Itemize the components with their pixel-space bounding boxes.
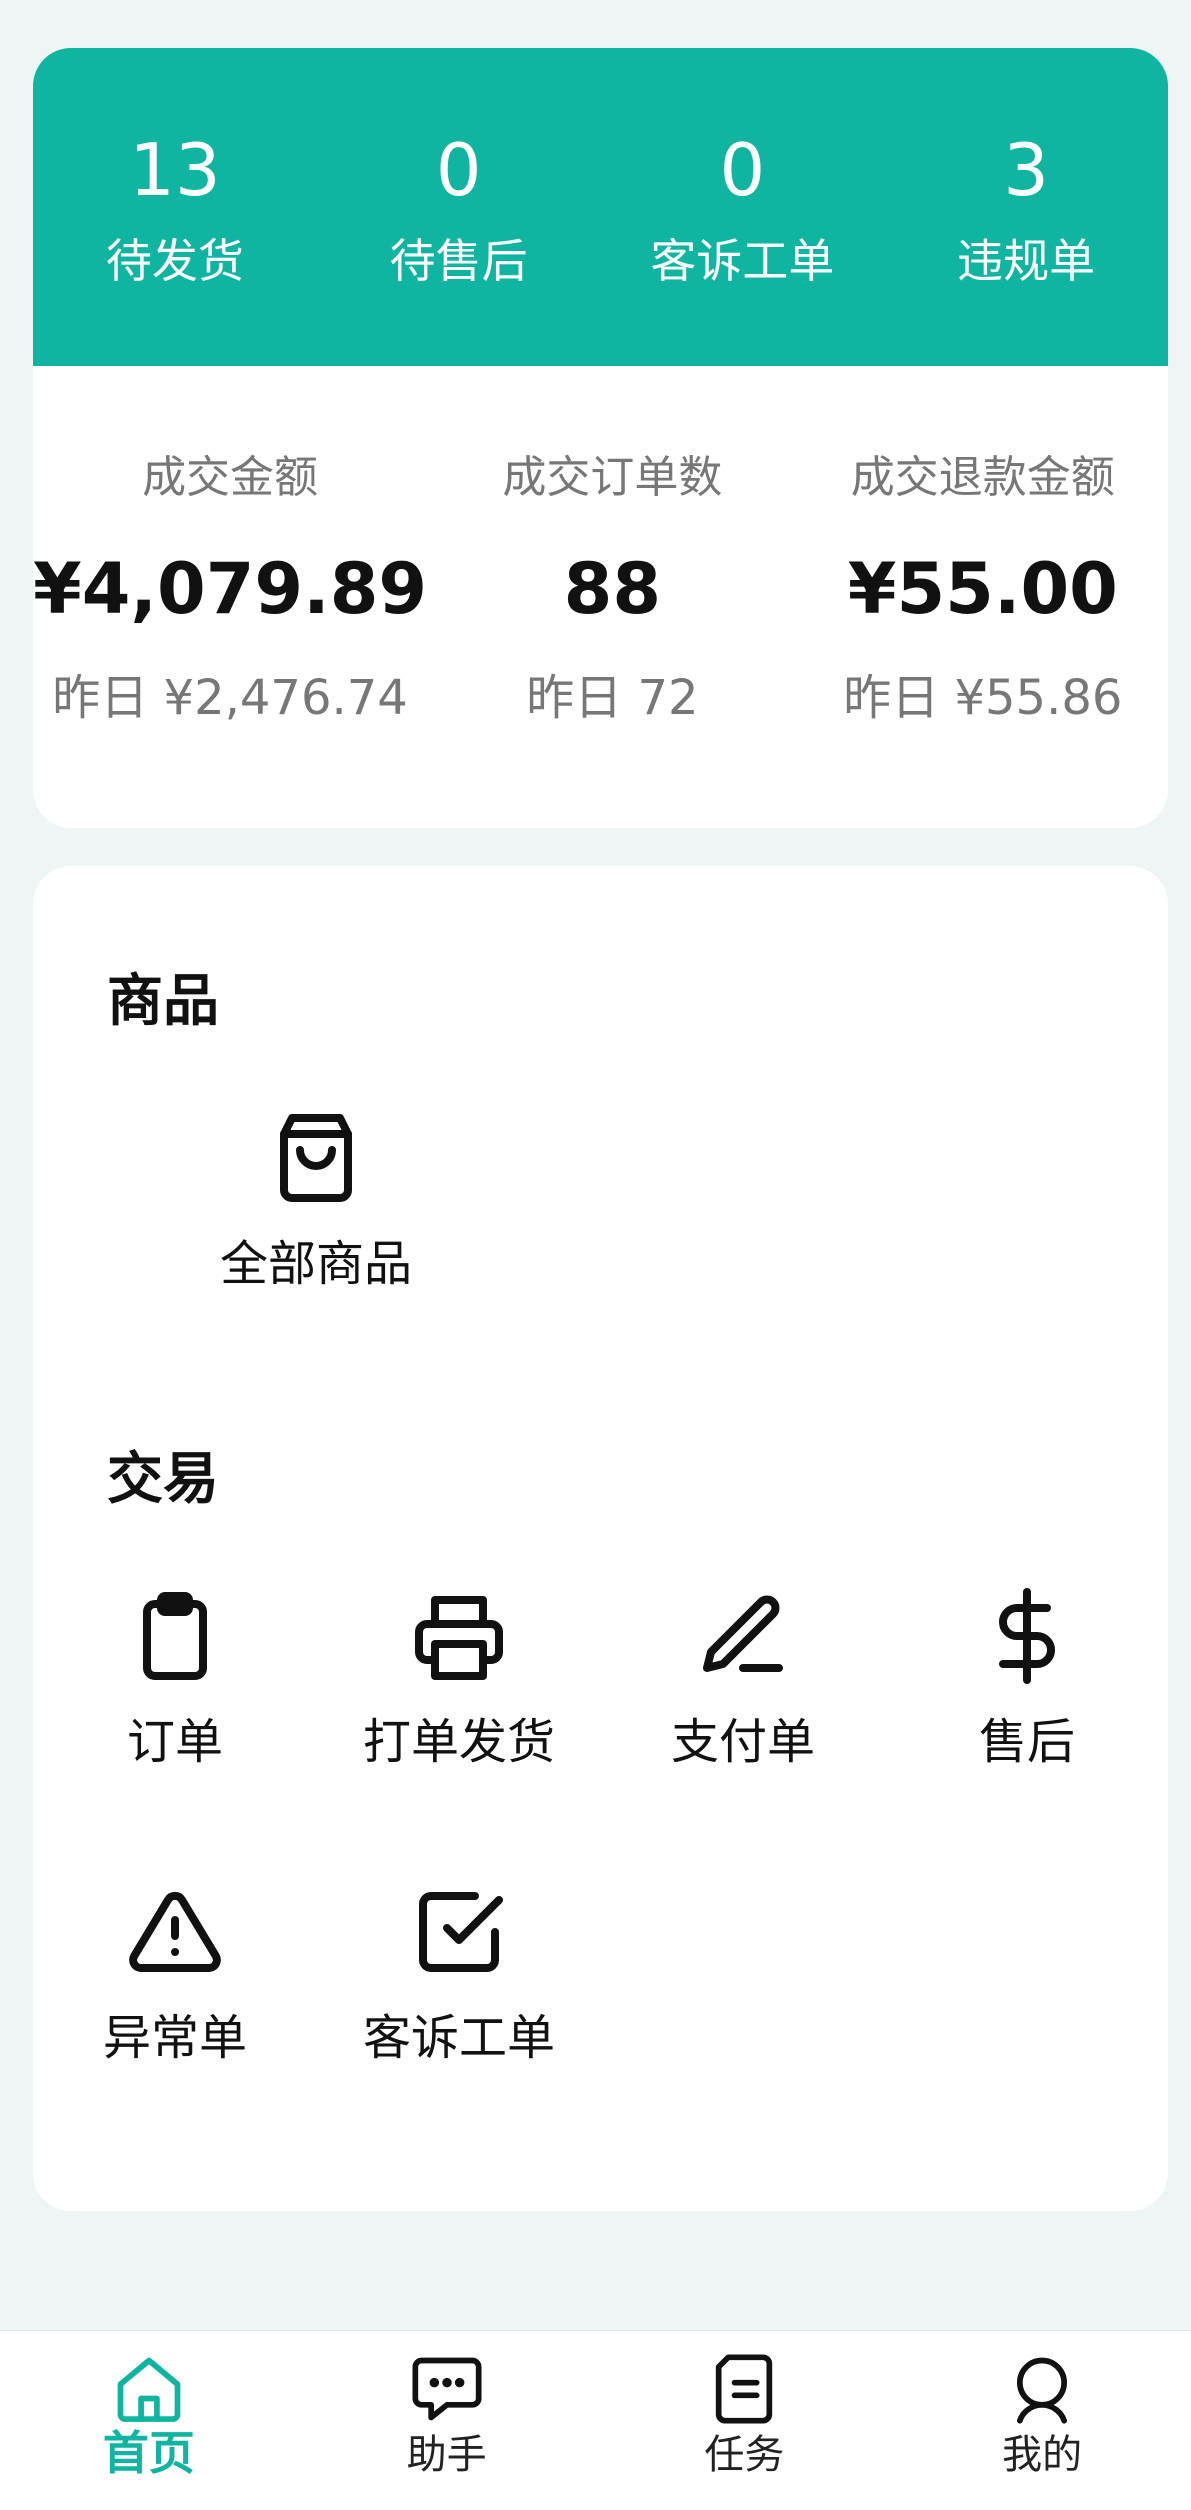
metric-refunds[interactable]: 成交退款金额 ¥55.00 昨日 ¥55.86 (798, 366, 1168, 726)
home-icon (0, 2351, 298, 2427)
tile-label: 支付单 (670, 1714, 815, 1770)
tile-complaints[interactable]: 客诉工单 (319, 1884, 599, 2062)
nav-tasks[interactable]: 任务 (596, 2331, 894, 2510)
status-count: 0 (435, 128, 482, 212)
nav-label: 助手 (406, 2432, 487, 2478)
warning-icon (35, 1884, 315, 1980)
status-count: 0 (719, 128, 766, 212)
nav-profile[interactable]: 我的 (893, 2331, 1191, 2510)
clipboard-icon (35, 1588, 315, 1684)
shopping-bag-icon (176, 1110, 456, 1206)
nav-label: 我的 (1002, 2432, 1083, 2478)
printer-icon (319, 1588, 599, 1684)
metric-label: 成交金额 (142, 452, 319, 503)
status-pending-aftersale[interactable]: 0 待售后 (317, 48, 601, 366)
stats-card: 13 待发货 0 待售后 0 客诉工单 3 违规单 成交金额 ¥4,079.89… (33, 48, 1168, 828)
functions-card: 商品 全部商品 交易 订单 打单发货 支付单 售后 异常单 客诉工单 (33, 866, 1168, 2211)
checkbox-icon (319, 1884, 599, 1980)
status-count: 13 (129, 128, 221, 212)
pen-icon (603, 1588, 883, 1684)
nav-assistant[interactable]: 助手 (298, 2331, 596, 2510)
nav-home[interactable]: 首页 (0, 2331, 298, 2510)
tile-print-ship[interactable]: 打单发货 (319, 1588, 599, 1766)
tile-label: 异常单 (102, 2010, 247, 2066)
dollar-icon (887, 1588, 1167, 1684)
status-pending-shipment[interactable]: 13 待发货 (33, 48, 317, 366)
tile-payments[interactable]: 支付单 (603, 1588, 883, 1766)
tile-orders[interactable]: 订单 (35, 1588, 315, 1766)
metric-yesterday: 昨日 72 (526, 670, 699, 726)
tile-label: 打单发货 (362, 1714, 555, 1770)
tile-label: 全部商品 (219, 1236, 412, 1292)
metric-yesterday: 昨日 ¥55.86 (843, 670, 1123, 726)
section-title-goods: 商品 (107, 969, 219, 1034)
status-label: 违规单 (957, 234, 1096, 288)
metric-orders[interactable]: 成交订单数 88 昨日 72 (427, 366, 797, 726)
status-band: 13 待发货 0 待售后 0 客诉工单 3 违规单 (33, 48, 1168, 366)
tile-label: 客诉工单 (362, 2010, 555, 2066)
chat-icon (298, 2351, 596, 2427)
nav-label: 任务 (704, 2432, 785, 2478)
section-title-trade: 交易 (107, 1447, 219, 1512)
status-label: 客诉工单 (650, 234, 835, 288)
page: 13 待发货 0 待售后 0 客诉工单 3 违规单 成交金额 ¥4,079.89… (0, 0, 1191, 2510)
tile-label: 订单 (126, 1714, 223, 1770)
status-violations[interactable]: 3 违规单 (884, 48, 1168, 366)
user-icon (893, 2351, 1191, 2427)
tile-all-goods[interactable]: 全部商品 (176, 1110, 456, 1288)
metric-value: ¥55.00 (847, 548, 1118, 630)
status-complaints[interactable]: 0 客诉工单 (601, 48, 885, 366)
tile-aftersale[interactable]: 售后 (887, 1588, 1167, 1766)
metrics-row: 成交金额 ¥4,079.89 昨日 ¥2,476.74 成交订单数 88 昨日 … (33, 366, 1168, 726)
metric-value: ¥4,079.89 (33, 548, 428, 630)
metric-label: 成交退款金额 (850, 452, 1115, 503)
status-label: 待发货 (105, 234, 244, 288)
metric-label: 成交订单数 (502, 452, 723, 503)
nav-label: 首页 (102, 2426, 195, 2480)
status-count: 3 (1003, 128, 1050, 212)
metric-gmv[interactable]: 成交金额 ¥4,079.89 昨日 ¥2,476.74 (33, 366, 428, 726)
tile-label: 售后 (978, 1714, 1075, 1770)
document-icon (596, 2351, 894, 2427)
tile-exceptions[interactable]: 异常单 (35, 1884, 315, 2062)
metric-yesterday: 昨日 ¥2,476.74 (52, 670, 408, 726)
metric-value: 88 (563, 548, 662, 630)
bottom-nav: 首页 助手 任务 我的 (0, 2330, 1191, 2510)
status-label: 待售后 (389, 234, 528, 288)
